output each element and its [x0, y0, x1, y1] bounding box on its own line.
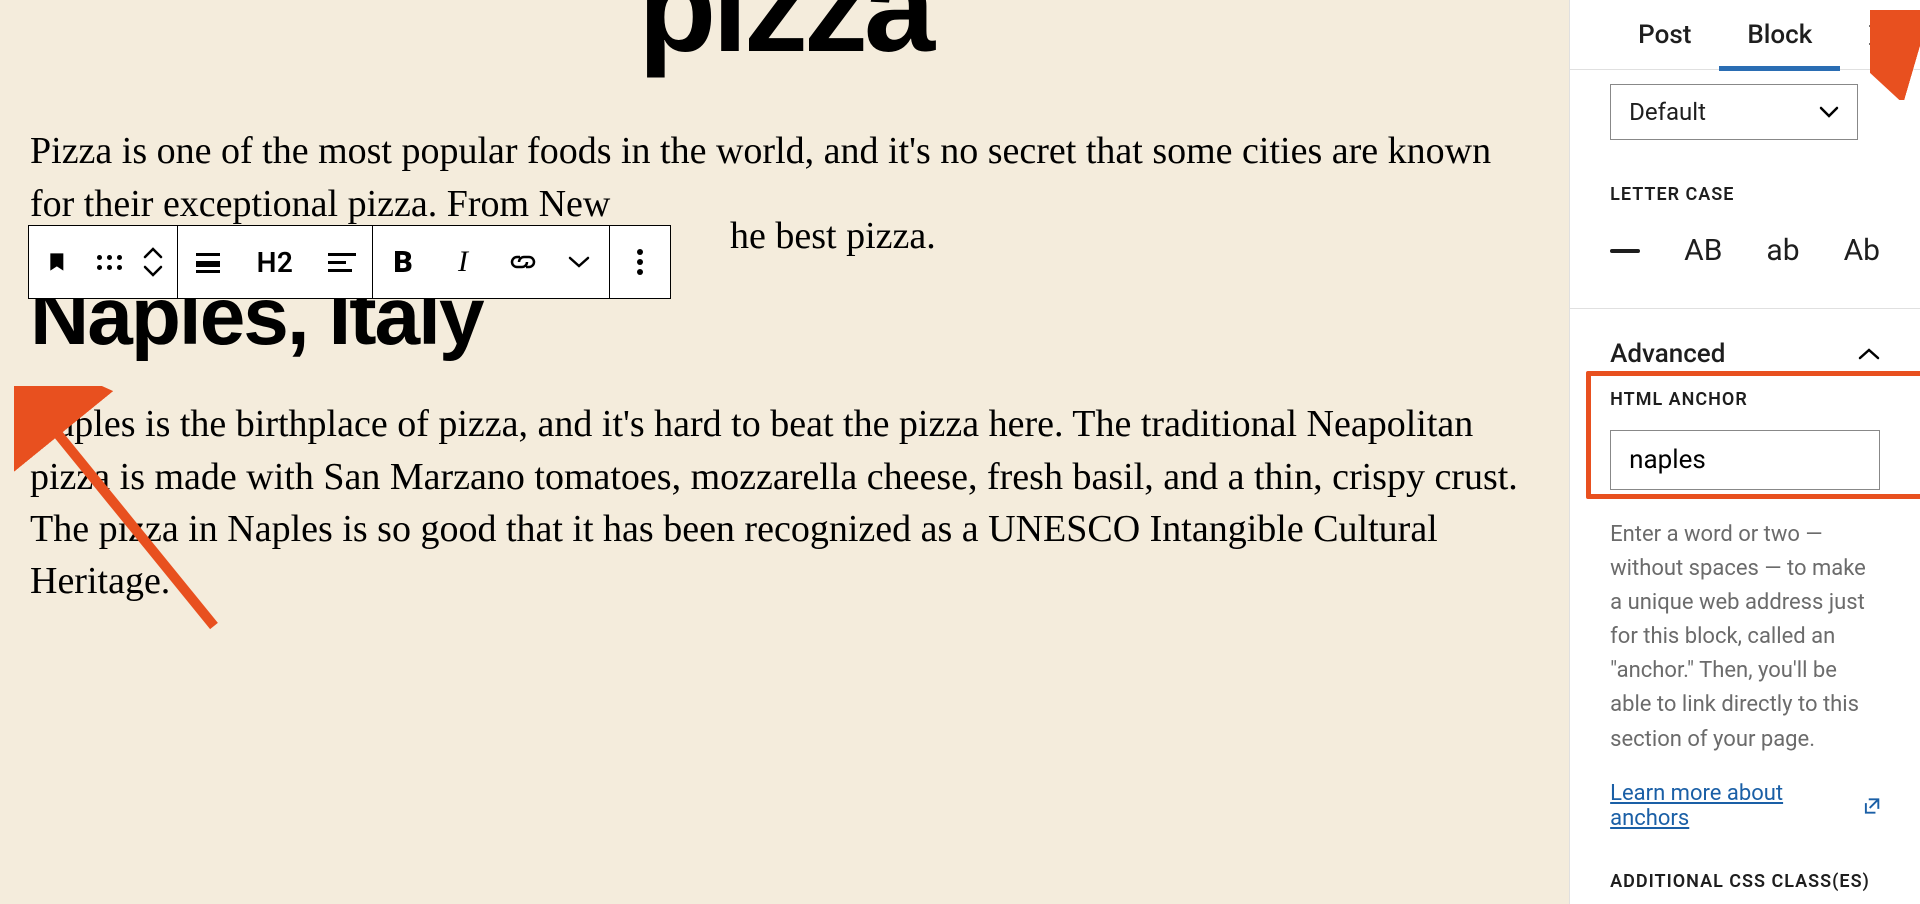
paragraph-fragment: he best pizza.: [730, 214, 936, 258]
block-mover[interactable]: [129, 226, 177, 298]
html-anchor-input[interactable]: [1610, 430, 1880, 490]
paragraph-block-2[interactable]: Naples is the birthplace of pizza, and i…: [30, 398, 1539, 608]
html-anchor-section: HTML ANCHOR: [1610, 389, 1880, 490]
advanced-title: Advanced: [1610, 339, 1725, 369]
section-divider: [1570, 308, 1920, 309]
style-select-value: Default: [1629, 98, 1706, 126]
html-anchor-label: HTML ANCHOR: [1610, 389, 1880, 410]
lettercase-none[interactable]: [1610, 249, 1640, 253]
italic-button[interactable]: I: [433, 226, 493, 298]
post-title[interactable]: pizza: [30, 0, 1539, 65]
sidebar-tabs: Post Block: [1570, 0, 1920, 70]
external-link-icon: [1863, 797, 1880, 815]
options-button[interactable]: [610, 226, 670, 298]
bold-button[interactable]: B: [373, 226, 433, 298]
advanced-panel-toggle[interactable]: Advanced: [1610, 339, 1880, 369]
block-toolbar: H2 B I: [28, 225, 671, 299]
lettercase-options: AB ab Ab: [1610, 233, 1880, 268]
editor-canvas[interactable]: pizza Pizza is one of the most popular f…: [0, 0, 1569, 904]
drag-handle-icon[interactable]: [89, 226, 129, 298]
chevron-up-icon: [143, 247, 163, 259]
text-align-button[interactable]: [312, 226, 372, 298]
paragraph-text: Pizza is one of the most popular foods i…: [30, 130, 1491, 224]
settings-sidebar: Post Block Default LETTER CASE AB: [1569, 0, 1920, 904]
chevron-down-icon: [1819, 106, 1839, 118]
align-button[interactable]: [178, 226, 238, 298]
link-button[interactable]: [493, 226, 553, 298]
heading-level-button[interactable]: H2: [238, 226, 312, 298]
chevron-up-icon: [1858, 347, 1880, 361]
annotation-arrow-2: [1870, 10, 1920, 100]
lettercase-cap[interactable]: Ab: [1844, 233, 1880, 268]
tab-block[interactable]: Block: [1719, 0, 1840, 70]
chevron-down-icon: [143, 265, 163, 277]
anchor-help-text: Enter a word or two — without spaces — t…: [1610, 518, 1880, 757]
lettercase-lower[interactable]: ab: [1766, 233, 1799, 268]
lettercase-upper[interactable]: AB: [1684, 233, 1722, 268]
style-select[interactable]: Default: [1610, 84, 1858, 140]
lettercase-label: LETTER CASE: [1610, 184, 1880, 205]
more-rich-text-button[interactable]: [549, 226, 609, 298]
heading-level-label: H2: [257, 246, 294, 279]
block-type-icon[interactable]: [29, 226, 89, 298]
css-classes-label: ADDITIONAL CSS CLASS(ES): [1610, 871, 1880, 892]
annotation-arrow-1: [14, 386, 244, 646]
learn-more-text: Learn more about anchors: [1610, 781, 1857, 831]
tab-post[interactable]: Post: [1610, 0, 1719, 70]
learn-more-link[interactable]: Learn more about anchors: [1610, 781, 1880, 831]
